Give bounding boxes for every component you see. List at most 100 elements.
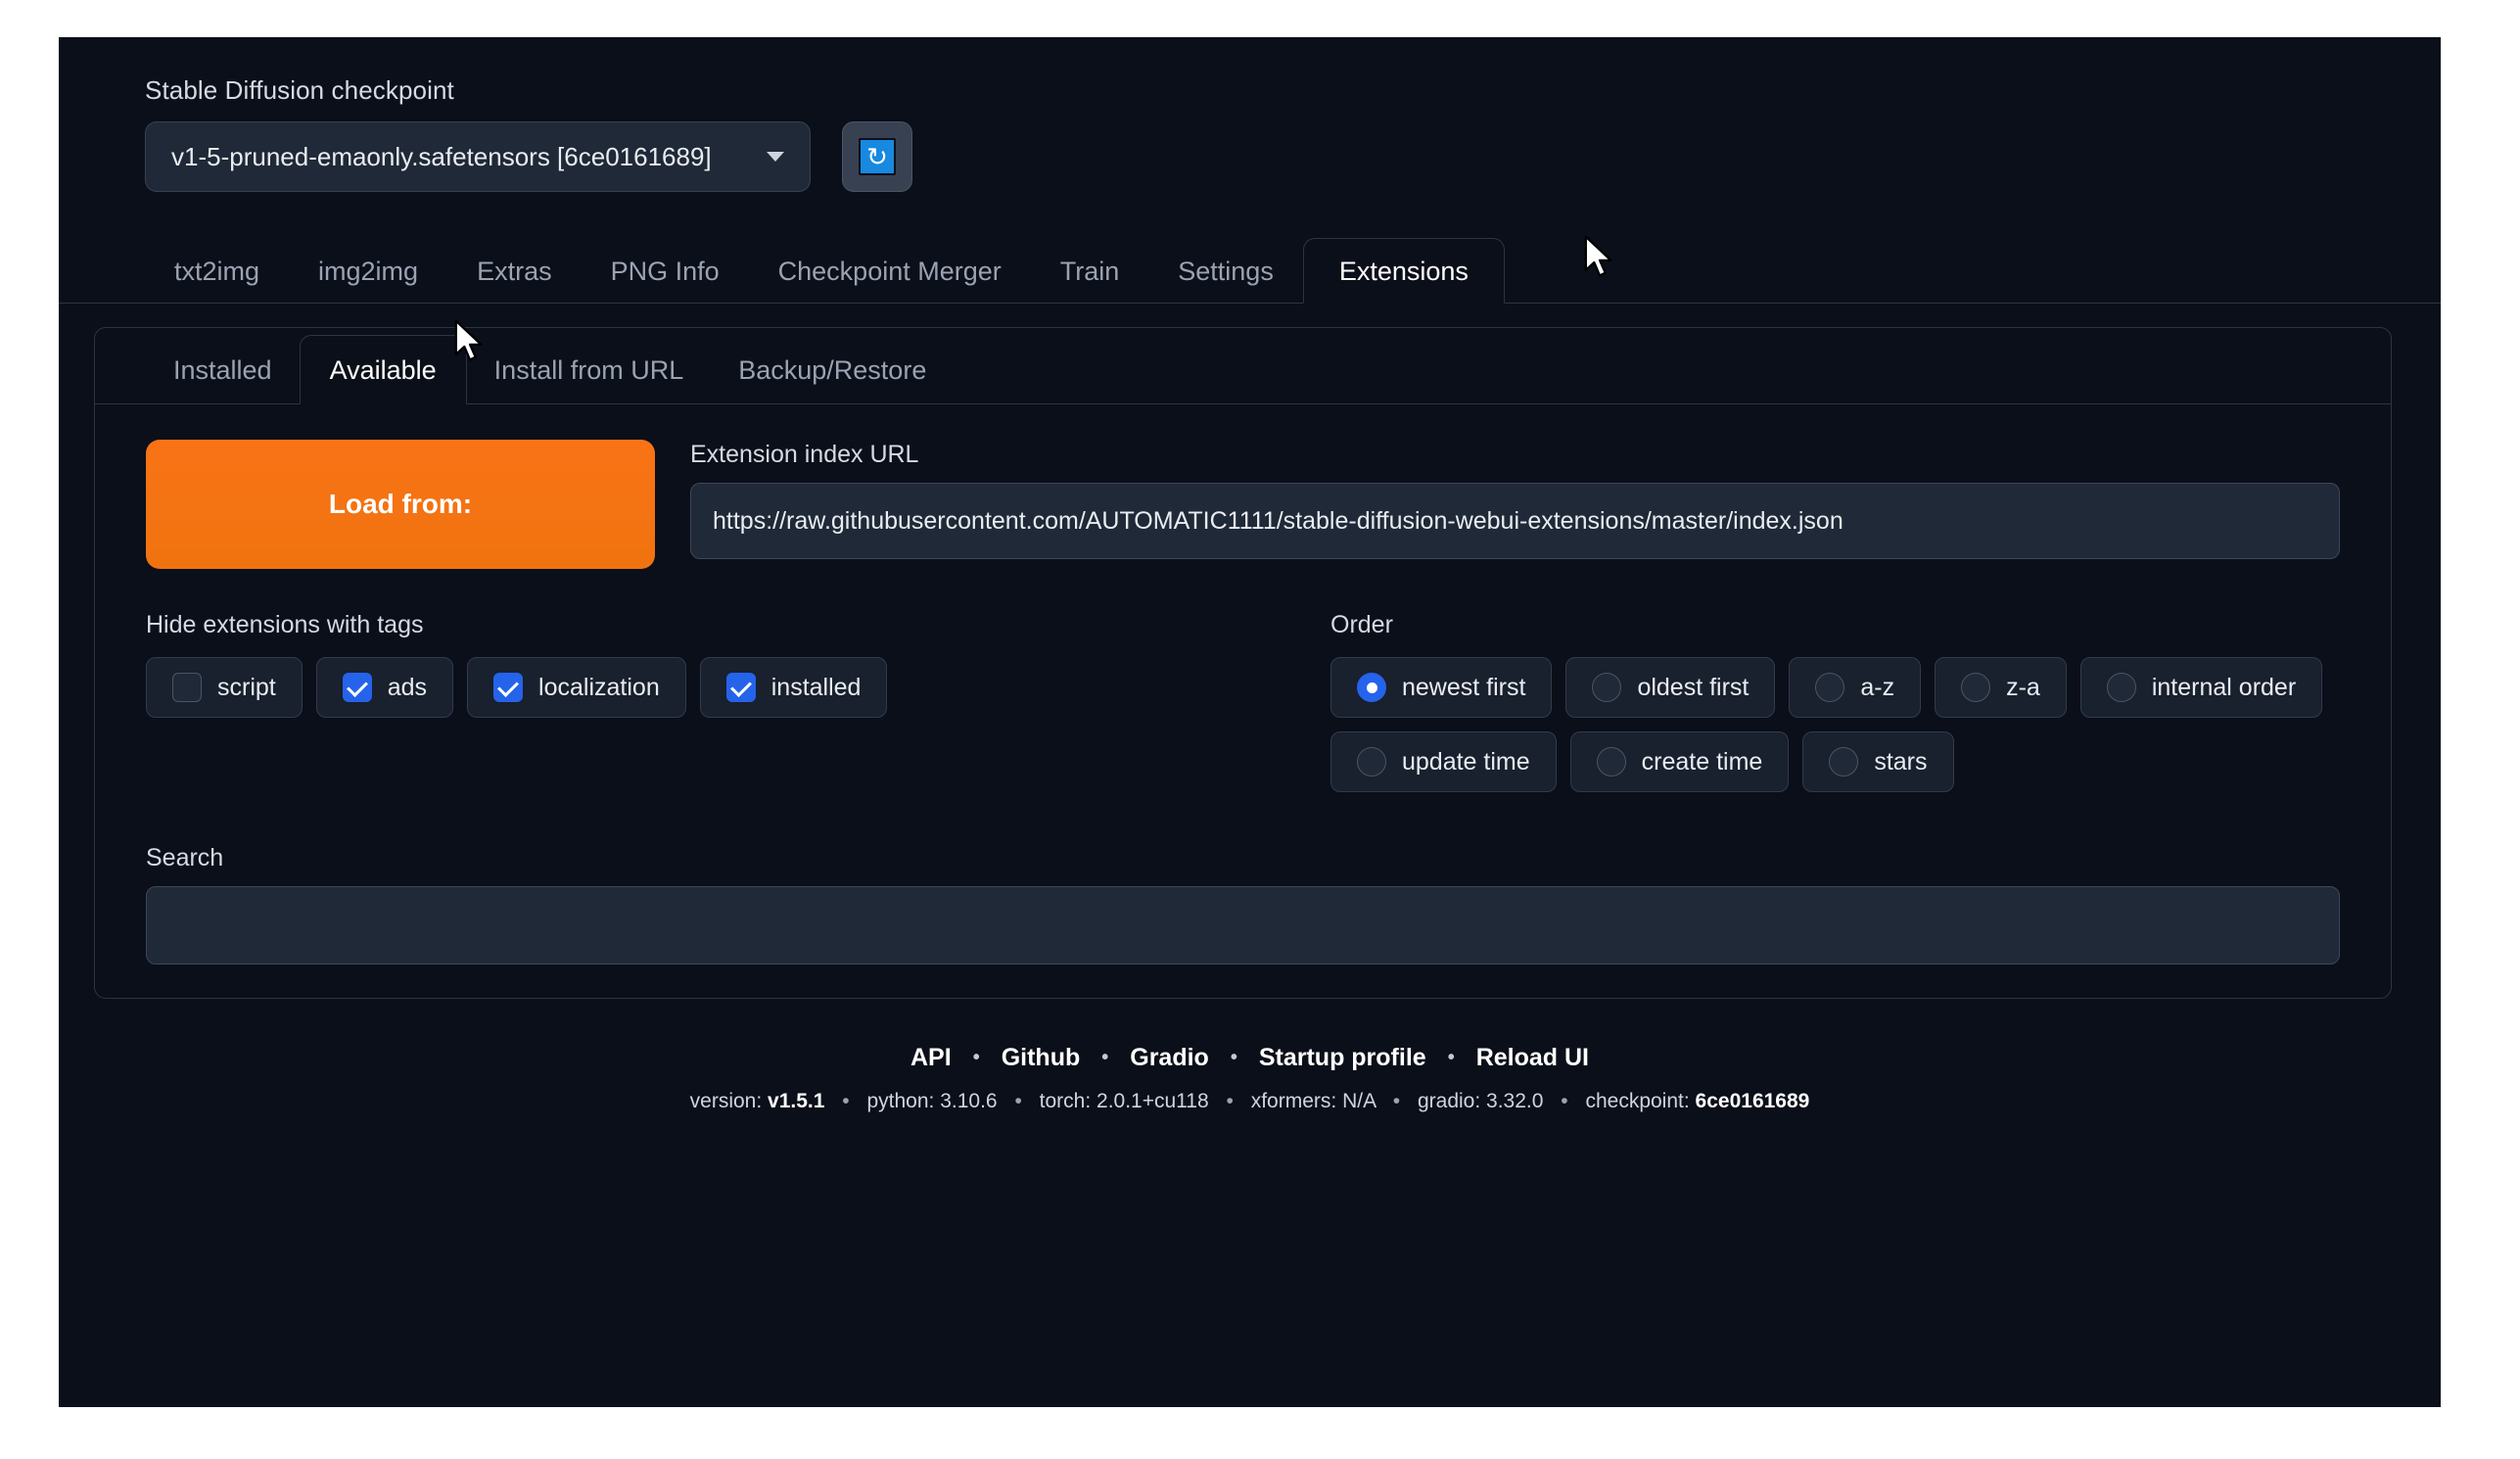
version-key: version:: [689, 1090, 763, 1112]
order-label: Order: [1330, 611, 1393, 638]
footer-separator: •: [1392, 1090, 1401, 1112]
tab-settings[interactable]: Settings: [1148, 259, 1303, 303]
footer-separator: •: [1230, 1047, 1237, 1068]
radio-label: newest first: [1402, 673, 1526, 701]
footer-separator: •: [1014, 1090, 1022, 1112]
link-reload-ui[interactable]: Reload UI: [1455, 1044, 1610, 1072]
python-value: 3.10.6: [940, 1090, 998, 1112]
gradio-key: gradio:: [1417, 1090, 1481, 1112]
radio-icon: [1592, 673, 1622, 702]
hide-tags-group: Hide extensions with tags script ads loc…: [146, 610, 1272, 792]
gradio-value: 3.32.0: [1486, 1090, 1544, 1112]
radio-label: stars: [1874, 747, 1928, 776]
checkbox-icon: [172, 673, 202, 702]
radio-icon: [2106, 673, 2136, 702]
checkbox-localization[interactable]: localization: [467, 657, 686, 718]
mouse-cursor-available-subtab: [453, 319, 487, 364]
hide-tags-checkbox-row: script ads localization installed: [146, 657, 1272, 718]
torch-key: torch:: [1039, 1090, 1092, 1112]
radio-icon: [1961, 673, 1991, 702]
footer-links: API • Github • Gradio • Startup profile …: [59, 1044, 2441, 1072]
footer: API • Github • Gradio • Startup profile …: [59, 1044, 2441, 1113]
chevron-down-icon: [767, 152, 784, 162]
radio-a-z[interactable]: a-z: [1789, 657, 1922, 718]
radio-icon: [1829, 747, 1859, 777]
link-github[interactable]: Github: [980, 1044, 1102, 1072]
checkpoint-key: checkpoint:: [1585, 1090, 1690, 1112]
radio-internal-order[interactable]: internal order: [2079, 657, 2323, 718]
tab-extensions[interactable]: Extensions: [1302, 238, 1505, 304]
search-group: Search: [146, 843, 2340, 965]
radio-update-time[interactable]: update time: [1330, 731, 1557, 792]
radio-label: z-a: [2006, 673, 2040, 701]
radio-icon: [1815, 673, 1845, 702]
main-tab-bar: txt2img img2img Extras PNG Info Checkpoi…: [59, 233, 2441, 304]
refresh-checkpoints-button[interactable]: ↻: [842, 121, 912, 192]
python-key: python:: [866, 1090, 935, 1112]
checkbox-label: script: [217, 673, 276, 701]
tab-extras[interactable]: Extras: [447, 259, 582, 303]
search-label: Search: [146, 844, 224, 871]
subtab-available[interactable]: Available: [299, 335, 467, 404]
search-input[interactable]: [146, 886, 2340, 965]
radio-oldest-first[interactable]: oldest first: [1565, 657, 1776, 718]
footer-separator: •: [1101, 1047, 1109, 1068]
radio-label: oldest first: [1637, 673, 1750, 701]
link-api[interactable]: API: [889, 1044, 973, 1072]
order-radio-row-2: update time create time stars: [1330, 731, 2340, 792]
extension-index-url-input[interactable]: https://raw.githubusercontent.com/AUTOMA…: [690, 483, 2340, 559]
checkpoint-label: Stable Diffusion checkpoint: [145, 75, 454, 105]
load-from-button[interactable]: Load from:: [146, 440, 655, 569]
radio-label: create time: [1641, 747, 1763, 776]
version-value: v1.5.1: [768, 1090, 825, 1112]
checkbox-ads[interactable]: ads: [315, 657, 454, 718]
radio-icon: [1357, 673, 1386, 702]
checkbox-label: ads: [387, 673, 428, 701]
checkbox-icon: [725, 673, 756, 702]
footer-separator: •: [972, 1047, 980, 1068]
radio-label: internal order: [2151, 673, 2297, 701]
footer-separator: •: [842, 1090, 850, 1112]
subtab-install-from-url[interactable]: Install from URL: [467, 357, 712, 403]
checkbox-installed[interactable]: installed: [699, 657, 888, 718]
subtab-installed[interactable]: Installed: [146, 357, 300, 403]
tab-checkpoint-merger[interactable]: Checkpoint Merger: [749, 259, 1031, 303]
footer-version-info: version: v1.5.1 • python: 3.10.6 • torch…: [59, 1090, 2441, 1113]
torch-value: 2.0.1+cu118: [1097, 1090, 1209, 1112]
checkbox-icon: [493, 673, 524, 702]
tab-train[interactable]: Train: [1031, 259, 1149, 303]
radio-create-time[interactable]: create time: [1569, 731, 1790, 792]
footer-separator: •: [1226, 1090, 1234, 1112]
radio-icon: [1357, 747, 1386, 777]
radio-icon: [1596, 747, 1626, 777]
order-group: Order newest first oldest first a-z z-a …: [1330, 610, 2340, 792]
xformers-value: N/A: [1342, 1090, 1376, 1112]
link-gradio[interactable]: Gradio: [1108, 1044, 1231, 1072]
available-extensions-content: Load from: Extension index URL https://r…: [95, 404, 2391, 965]
extensions-sub-tab-bar: Installed Available Install from URL Bac…: [95, 328, 2391, 404]
tab-txt2img[interactable]: txt2img: [145, 259, 289, 303]
checkpoint-select[interactable]: v1-5-pruned-emaonly.safetensors [6ce0161…: [145, 121, 811, 192]
subtab-backup-restore[interactable]: Backup/Restore: [711, 357, 954, 403]
order-radio-row-1: newest first oldest first a-z z-a intern…: [1330, 657, 2340, 718]
extension-index-url-label: Extension index URL: [690, 441, 919, 468]
tab-png-info[interactable]: PNG Info: [582, 259, 749, 303]
tab-img2img[interactable]: img2img: [289, 259, 447, 303]
checkpoint-hash-value: 6ce0161689: [1695, 1090, 1810, 1112]
link-startup-profile[interactable]: Startup profile: [1237, 1044, 1448, 1072]
extension-index-url-group: Extension index URL https://raw.githubus…: [690, 440, 2340, 559]
mouse-cursor-extensions-tab: [1583, 235, 1616, 280]
radio-z-a[interactable]: z-a: [1935, 657, 2067, 718]
radio-label: update time: [1402, 747, 1530, 776]
checkbox-script[interactable]: script: [146, 657, 303, 718]
checkpoint-section: Stable Diffusion checkpoint v1-5-pruned-…: [59, 37, 2441, 192]
refresh-icon: ↻: [859, 138, 896, 175]
webui-app: Stable Diffusion checkpoint v1-5-pruned-…: [59, 37, 2441, 1407]
footer-separator: •: [1561, 1090, 1568, 1112]
checkpoint-value: v1-5-pruned-emaonly.safetensors [6ce0161…: [171, 141, 712, 171]
checkbox-icon: [342, 673, 372, 702]
radio-newest-first[interactable]: newest first: [1330, 657, 1553, 718]
hide-tags-label: Hide extensions with tags: [146, 611, 424, 638]
radio-stars[interactable]: stars: [1802, 731, 1954, 792]
footer-separator: •: [1447, 1047, 1455, 1068]
